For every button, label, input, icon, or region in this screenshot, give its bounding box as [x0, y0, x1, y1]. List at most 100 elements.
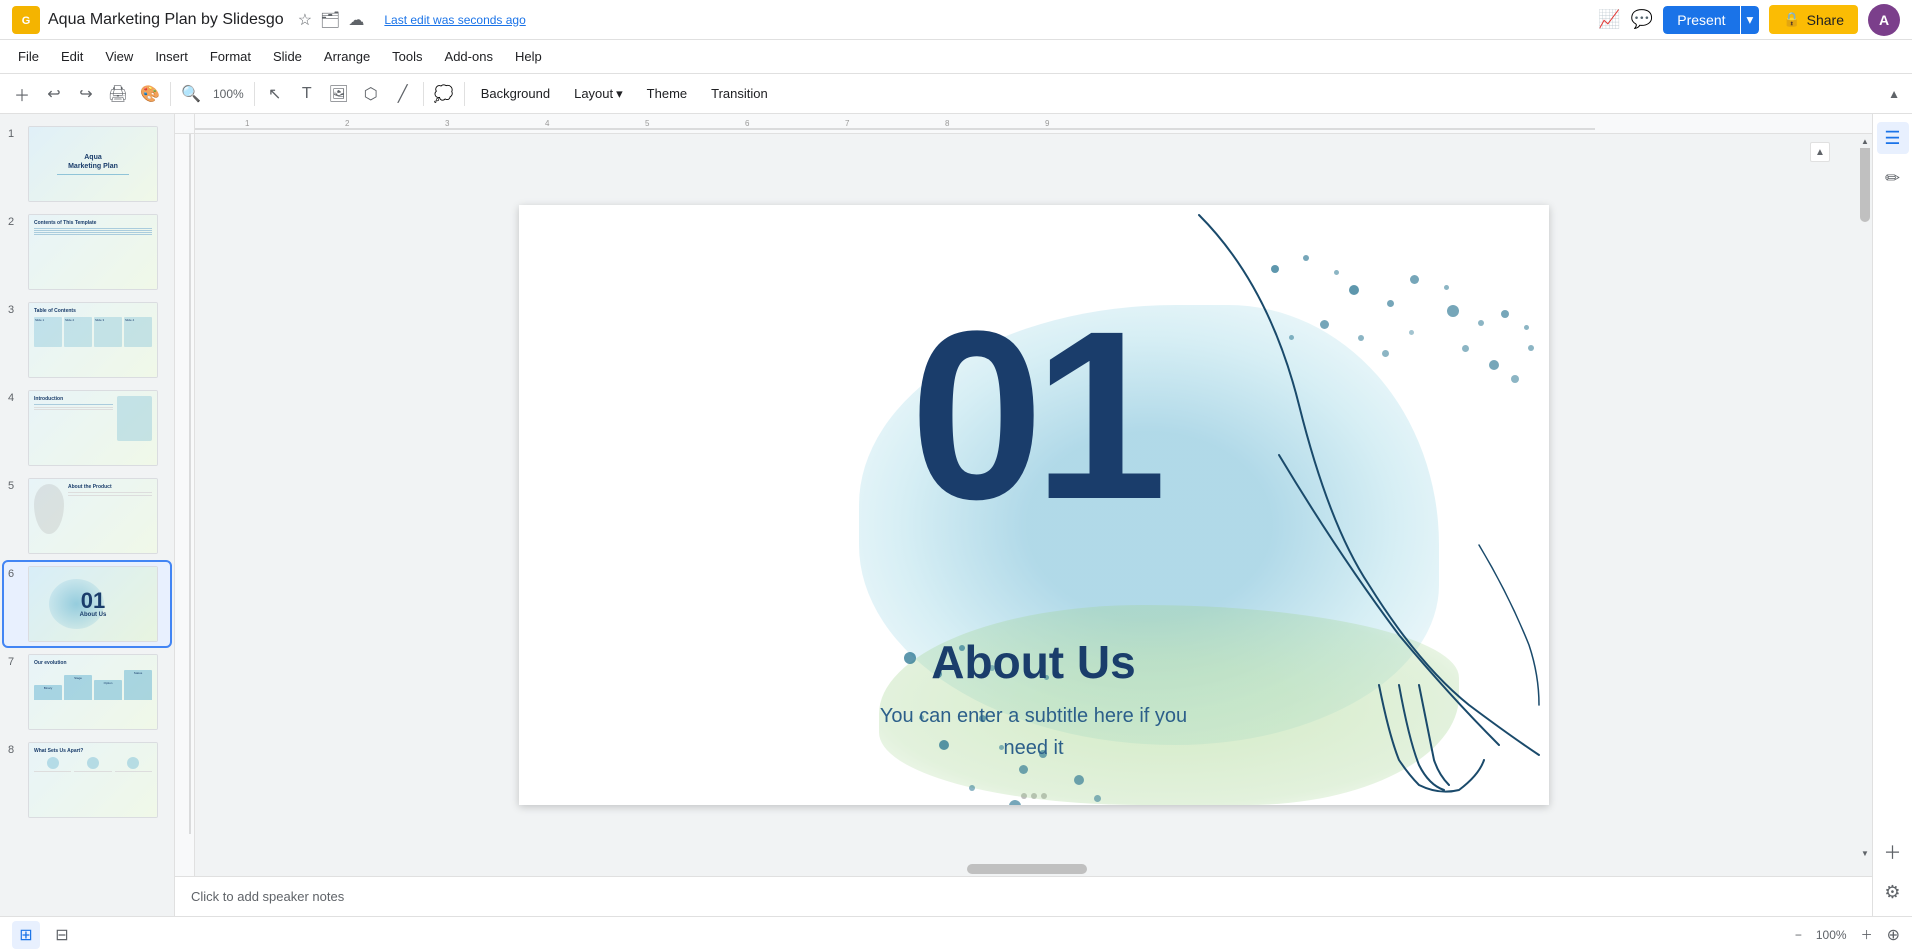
activity-icon[interactable]: 📈	[1598, 9, 1620, 30]
add-button[interactable]: ＋	[8, 80, 36, 108]
right-panel-slides-btn[interactable]: ☰	[1877, 122, 1909, 154]
menu-format[interactable]: Format	[200, 45, 261, 68]
present-button[interactable]: Present	[1663, 6, 1739, 34]
cloud-icon[interactable]: ☁	[348, 10, 364, 30]
zoom-in-btn[interactable]: ＋	[1855, 922, 1879, 947]
avatar[interactable]: A	[1868, 4, 1900, 36]
folder-icon[interactable]: 🗂	[320, 10, 340, 30]
menu-addons[interactable]: Add-ons	[435, 45, 503, 68]
collapse-toolbar-button[interactable]: ▲	[1884, 83, 1904, 105]
comment-button[interactable]: 💭	[430, 80, 458, 108]
transition-button[interactable]: Transition	[701, 82, 778, 105]
dot-14	[1094, 795, 1101, 802]
text-box-button[interactable]: T	[293, 80, 321, 108]
slide-thumb-8[interactable]: 8 What Sets Us Apart?	[4, 738, 170, 822]
thumb-8-title: What Sets Us Apart?	[34, 748, 152, 754]
ruler-corner	[175, 114, 195, 134]
thumb-3-content: Slide 1 Slide 2 Slide 3 Slide 4	[34, 317, 152, 347]
thumb-5-text: About the Product	[68, 484, 152, 548]
menu-slide[interactable]: Slide	[263, 45, 312, 68]
comments-icon[interactable]: 💬	[1631, 9, 1653, 30]
shapes-button[interactable]: ⬡	[357, 80, 385, 108]
zoom-out-btn[interactable]: −	[1789, 924, 1808, 946]
notes-bar[interactable]: Click to add speaker notes	[175, 876, 1872, 916]
redo-button[interactable]: ↪	[72, 80, 100, 108]
menu-view[interactable]: View	[95, 45, 143, 68]
theme-button[interactable]: Theme	[637, 82, 697, 105]
slide-thumb-3[interactable]: 3 Table of Contents Slide 1 Slide 2 Slid…	[4, 298, 170, 382]
vertical-scrollbar[interactable]	[1858, 134, 1872, 876]
thumb-4-img	[117, 396, 152, 441]
menu-edit[interactable]: Edit	[51, 45, 93, 68]
cursor-button[interactable]: ↖	[261, 80, 289, 108]
v-scroll-thumb[interactable]	[1860, 142, 1870, 222]
slide-canvas[interactable]: 01 About Us You can enter a subtitle her…	[519, 205, 1549, 805]
slide-subtitle: You can enter a subtitle here if youneed…	[824, 700, 1244, 764]
right-panel-brush-btn[interactable]: ✏	[1877, 162, 1909, 194]
image-button[interactable]: 🖼	[325, 80, 353, 108]
horizontal-scrollbar[interactable]	[195, 862, 1858, 876]
h-scroll-thumb[interactable]	[967, 864, 1087, 874]
thumb-1-title: AquaMarketing Plan	[68, 153, 118, 171]
line-button[interactable]: ╱	[389, 80, 417, 108]
thumb-1-line	[57, 174, 129, 175]
present-arrow-button[interactable]: ▾	[1740, 6, 1760, 34]
right-panel-add-btn[interactable]: ＋	[1877, 836, 1909, 868]
slide-thumb-7[interactable]: 7 Our evolution Binary Stage Option Stat…	[4, 650, 170, 734]
menu-file[interactable]: File	[8, 45, 49, 68]
zoom-level: 100%	[209, 87, 248, 101]
right-panel-settings-btn[interactable]: ⚙	[1877, 876, 1909, 908]
menu-help[interactable]: Help	[505, 45, 552, 68]
notes-placeholder: Click to add speaker notes	[191, 889, 344, 904]
slide-thumb-2[interactable]: 2 Contents of This Template	[4, 210, 170, 294]
menu-arrange[interactable]: Arrange	[314, 45, 380, 68]
slide-area-with-rulers: ▲	[175, 134, 1872, 876]
slide-num-3: 3	[8, 302, 22, 316]
undo-button[interactable]: ↩	[40, 80, 68, 108]
zoom-out-button[interactable]: 🔍	[177, 80, 205, 108]
thumb-img-1: AquaMarketing Plan	[28, 126, 158, 202]
avatar-initial: A	[1879, 12, 1889, 28]
share-lock-icon: 🔒	[1783, 11, 1800, 28]
thumb-img-6: 01 About Us	[28, 566, 158, 642]
present-btn-group: Present ▾	[1663, 6, 1759, 34]
collapse-panel-button[interactable]: ▲	[1810, 142, 1830, 162]
star-icon[interactable]: ☆	[298, 10, 312, 30]
last-edit[interactable]: Last edit was seconds ago	[384, 13, 525, 27]
share-button[interactable]: 🔒 Share	[1769, 5, 1858, 34]
slide-thumb-4[interactable]: 4 Introduction	[4, 386, 170, 470]
thumb-img-3: Table of Contents Slide 1 Slide 2 Slide …	[28, 302, 158, 378]
slide-num-1: 1	[8, 126, 22, 140]
fullscreen-button[interactable]: ⊕	[1887, 925, 1900, 945]
svg-text:1: 1	[245, 119, 250, 128]
slide-thumb-5[interactable]: 5 About the Product	[4, 474, 170, 558]
background-button[interactable]: Background	[471, 82, 560, 105]
svg-text:8: 8	[945, 119, 950, 128]
paint-format-button[interactable]: 🎨	[136, 80, 164, 108]
dot-r13	[1489, 360, 1499, 370]
dot-r4	[1349, 285, 1359, 295]
layout-chevron: ▾	[616, 86, 623, 102]
scroll-down-button[interactable]: ▼	[1858, 846, 1872, 860]
ruler-container: 1 2 3 4 5 6 7 8 9	[175, 114, 1872, 134]
slide-thumb-6[interactable]: 6 01 About Us	[4, 562, 170, 646]
scroll-up-button[interactable]: ▲	[1858, 134, 1872, 148]
dot-r3	[1334, 270, 1339, 275]
title-right-actions: 📈 💬 Present ▾ 🔒 Share A	[1598, 4, 1900, 36]
menu-tools[interactable]: Tools	[382, 45, 432, 68]
thumb-img-2: Contents of This Template	[28, 214, 158, 290]
separator-1	[170, 82, 171, 106]
view-grid-button[interactable]: ⊞	[12, 921, 40, 949]
print-button[interactable]: 🖨	[104, 80, 132, 108]
slide-heading: About Us	[931, 635, 1135, 689]
menu-insert[interactable]: Insert	[145, 45, 198, 68]
slide-thumb-1[interactable]: 1 AquaMarketing Plan	[4, 122, 170, 206]
view-film-button[interactable]: ⊟	[48, 921, 76, 949]
svg-text:2: 2	[345, 119, 350, 128]
present-label: Present	[1677, 12, 1725, 28]
dot-r10	[1501, 310, 1509, 318]
layout-button[interactable]: Layout ▾	[564, 82, 633, 106]
title-bar: G Aqua Marketing Plan by Slidesgo ☆ 🗂 ☁ …	[0, 0, 1912, 40]
dot-r19	[1382, 350, 1389, 357]
thumb-img-5: About the Product	[28, 478, 158, 554]
